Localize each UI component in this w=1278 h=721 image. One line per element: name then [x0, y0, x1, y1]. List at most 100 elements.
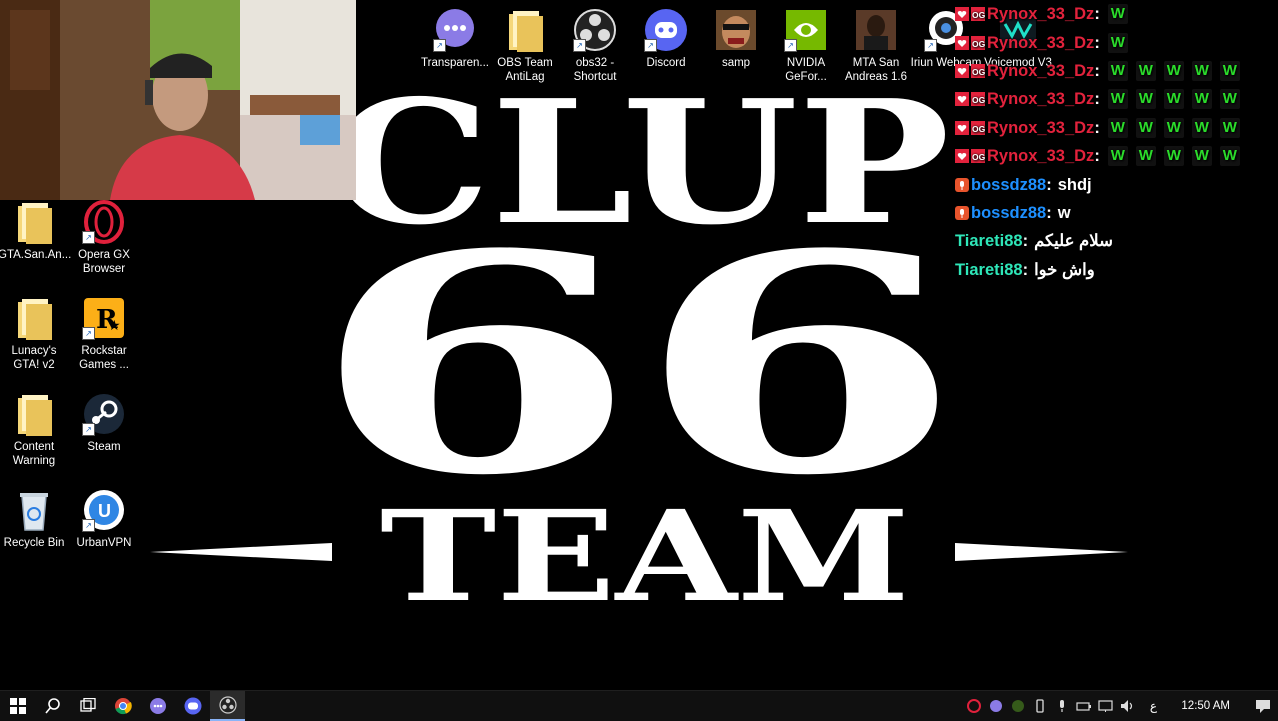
w-emote: W: [1107, 117, 1128, 138]
chat-text: سلام عليكم: [1034, 232, 1113, 251]
opera-gx-icon: ↗: [82, 200, 126, 244]
w-emote: W: [1191, 146, 1212, 167]
tray-volume[interactable]: [1117, 691, 1139, 721]
chat-username[interactable]: Rynox_33_Dz: [987, 0, 1094, 28]
notification-icon: [1256, 700, 1270, 713]
chat-username[interactable]: Rynox_33_Dz: [987, 57, 1094, 85]
opera-gx-icon: [967, 699, 982, 713]
chat-bubble-icon: ↗: [433, 8, 477, 52]
tray-notifications[interactable]: [1248, 691, 1278, 721]
chat-text: shdj: [1057, 175, 1092, 194]
desktop-icon-obs32[interactable]: ↗ obs32 - Shortcut: [559, 8, 631, 84]
chat-username[interactable]: bossdz88: [971, 199, 1046, 227]
w-emote: W: [1135, 146, 1156, 167]
svg-text:OG: OG: [972, 95, 985, 105]
desktop-icon-discord[interactable]: ↗ Discord: [630, 8, 702, 70]
chat-message: OG Rynox_33_Dz: W: [955, 0, 1275, 28]
desktop-icon-label: Transparen...: [421, 57, 489, 69]
desktop-icon-label: NVIDIA GeFor...: [785, 57, 827, 83]
tray-opera-gx[interactable]: [963, 691, 985, 721]
og-badge-icon: OG: [971, 149, 985, 164]
chat-username[interactable]: Tiareti88: [955, 256, 1023, 284]
desktop-icon-gta-san-andreas[interactable]: GTA.San.An...: [0, 200, 71, 262]
wallpaper-line-team: TEAM: [380, 484, 910, 630]
heart-badge-icon: [955, 35, 969, 50]
chat-username[interactable]: Rynox_33_Dz: [987, 142, 1094, 170]
desktop-icon-recycle-bin[interactable]: Recycle Bin: [0, 488, 70, 550]
desktop-icon-label: OBS Team AntiLag: [497, 57, 553, 83]
search-icon: [44, 698, 60, 714]
w-emote: W: [1107, 4, 1128, 25]
recycle-bin-icon: [12, 488, 56, 532]
heart-badge-icon: [955, 120, 969, 135]
w-emote: W: [1191, 117, 1212, 138]
tray-nvidia[interactable]: [1007, 691, 1029, 721]
chat-username[interactable]: Rynox_33_Dz: [987, 85, 1094, 113]
svg-text:OG: OG: [972, 152, 985, 162]
chat-colon: :: [1046, 175, 1052, 194]
tray-microphone[interactable]: [1051, 691, 1073, 721]
chat-message: bossdz88: shdj: [955, 170, 1275, 198]
battery-icon: [1076, 702, 1092, 711]
chat-colon: :: [1094, 90, 1100, 109]
chat-colon: :: [1022, 260, 1029, 279]
svg-text:OG: OG: [972, 124, 985, 134]
tray-network[interactable]: [1095, 691, 1117, 721]
mta-icon: [854, 8, 898, 52]
chat-username[interactable]: bossdz88: [971, 171, 1046, 199]
chat-message: Tiareti88: سلام عليكم: [955, 227, 1275, 255]
folder-icon: [12, 392, 56, 436]
w-emote: W: [1191, 89, 1212, 110]
svg-text:★: ★: [108, 317, 121, 333]
system-tray: ع 12:50 AM: [963, 691, 1278, 721]
w-emote: W: [1219, 146, 1240, 167]
volume-icon: [1121, 700, 1133, 712]
w-emote: W: [1219, 89, 1240, 110]
w-emote: W: [1163, 146, 1184, 167]
desktop-icon-nvidia[interactable]: ↗ NVIDIA GeFor...: [770, 8, 842, 84]
desktop-icon-content-warning[interactable]: Content Warning: [0, 392, 70, 468]
desktop-icon-label: samp: [721, 57, 751, 69]
tray-language[interactable]: ع: [1139, 691, 1167, 721]
w-emote: W: [1163, 117, 1184, 138]
heart-badge-icon: [955, 149, 969, 164]
tray-transparent[interactable]: [985, 691, 1007, 721]
taskbar-transparent[interactable]: [140, 691, 175, 721]
chat-colon: :: [1094, 33, 1100, 52]
chat-text: w: [1057, 203, 1071, 222]
chat-colon: :: [1094, 61, 1100, 80]
chat-username[interactable]: Rynox_33_Dz: [987, 29, 1094, 57]
chat-colon: :: [1094, 147, 1100, 166]
desktop-icon-opera-gx[interactable]: ↗ Opera GX Browser: [68, 200, 140, 276]
desktop-icon-rockstar-games[interactable]: R ★ ↗ Rockstar Games ...: [68, 296, 140, 372]
obs-icon: [218, 696, 237, 714]
obs-icon: ↗: [573, 8, 617, 52]
task-view-button[interactable]: [70, 691, 105, 721]
w-emote: W: [1219, 117, 1240, 138]
search-button[interactable]: [35, 691, 70, 721]
desktop-icon-mta[interactable]: MTA San Andreas 1.6: [840, 8, 912, 84]
w-emote: W: [1135, 117, 1156, 138]
desktop-icon-lunacys-gta[interactable]: Lunacy's GTA! v2: [0, 296, 70, 372]
w-emote: W: [1163, 60, 1184, 81]
desktop-icon-obs-team-antilag[interactable]: OBS Team AntiLag: [489, 8, 561, 84]
desktop-icon-urbanvpn[interactable]: U ↗ UrbanVPN: [68, 488, 140, 550]
tray-battery[interactable]: [1073, 691, 1095, 721]
desktop-icon-label: UrbanVPN: [76, 537, 132, 549]
desktop-icon-transparent[interactable]: ↗ Transparen...: [419, 8, 491, 70]
taskbar-chrome[interactable]: [105, 691, 140, 721]
svg-text:U: U: [98, 501, 111, 521]
taskbar-clock[interactable]: 12:50 AM: [1181, 700, 1230, 712]
taskbar-discord[interactable]: [175, 691, 210, 721]
desktop-icon-steam[interactable]: ↗ Steam: [68, 392, 140, 454]
chat-text: واش خوا: [1034, 260, 1095, 279]
chat-username[interactable]: Rynox_33_Dz: [987, 114, 1094, 142]
start-button[interactable]: [0, 691, 35, 721]
w-emote: W: [1107, 32, 1128, 53]
chat-message: OG Rynox_33_Dz: W W W W W: [955, 142, 1275, 170]
tray-usb[interactable]: [1029, 691, 1051, 721]
desktop-icon-samp[interactable]: samp: [700, 8, 772, 70]
taskbar-obs[interactable]: [210, 691, 245, 721]
rockstar-icon: R ★ ↗: [82, 296, 126, 340]
chat-username[interactable]: Tiareti88: [955, 227, 1023, 255]
